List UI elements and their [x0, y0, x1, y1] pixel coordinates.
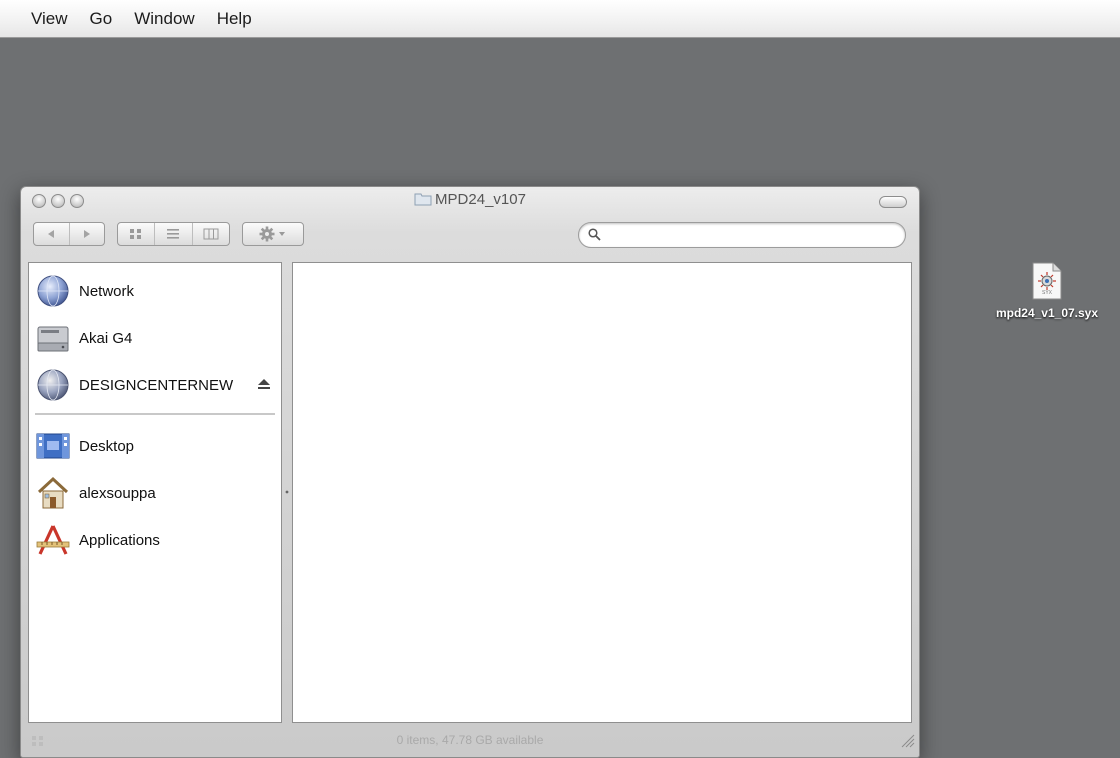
sidebar-splitter[interactable] — [282, 262, 292, 723]
folder-icon — [414, 192, 432, 206]
eject-icon[interactable] — [257, 377, 271, 395]
sidebar-item-label: Akai G4 — [79, 329, 133, 347]
sidebar-item-label: DESIGNCENTERNEW — [79, 376, 234, 394]
network-icon — [36, 274, 70, 308]
applications-icon — [36, 523, 70, 557]
icon-view-icon — [130, 229, 142, 239]
search-icon — [588, 228, 601, 246]
sidebar-item-desktop[interactable]: Desktop — [29, 426, 281, 466]
gear-icon — [259, 226, 285, 242]
syx-file-icon[interactable]: SYX — [1032, 262, 1062, 300]
desktop-file-name[interactable]: mpd24_v1_07.syx — [984, 306, 1110, 320]
menu-go[interactable]: Go — [79, 0, 124, 38]
network-volume-icon — [36, 368, 70, 402]
file-list-pane[interactable] — [292, 262, 912, 723]
sidebar-item-label: Desktop — [79, 437, 135, 455]
sidebar-item-designcenternew[interactable]: DESIGNCENTERNEW — [29, 365, 281, 405]
action-menu-button[interactable] — [242, 222, 304, 246]
toolbar-toggle-button[interactable] — [879, 196, 907, 208]
column-view-icon — [203, 228, 219, 240]
search-input[interactable] — [605, 225, 899, 247]
sidebar-divider — [35, 413, 275, 415]
hard-drive-icon — [36, 321, 70, 355]
nav-buttons — [33, 222, 105, 246]
forward-arrow-icon — [83, 230, 90, 238]
file-badge: SYX — [1041, 290, 1052, 296]
icon-view-button[interactable] — [118, 223, 154, 245]
window-title-text: MPD24_v107 — [435, 191, 526, 208]
desktop-file[interactable]: SYX mpd24_v1_07.syx — [984, 262, 1110, 320]
sidebar: Network Akai G4 DESIGNCENTERNEW Desktop … — [28, 262, 282, 723]
status-bar: 0 items, 47.78 GB available — [21, 725, 919, 757]
back-button[interactable] — [34, 223, 69, 245]
menu-window[interactable]: Window — [123, 0, 205, 38]
back-arrow-icon — [48, 230, 55, 238]
sidebar-item-akai-g4[interactable]: Akai G4 — [29, 318, 281, 358]
search-field[interactable] — [578, 222, 906, 248]
sidebar-item-home[interactable]: alexsouppa — [29, 473, 281, 513]
window-title: MPD24_v107 — [21, 191, 919, 208]
home-icon — [36, 476, 70, 510]
title-bar[interactable]: MPD24_v107 — [21, 187, 919, 215]
status-text: 0 items, 47.78 GB available — [396, 733, 544, 747]
view-buttons — [117, 222, 230, 246]
sidebar-item-label: Applications — [79, 531, 160, 549]
sidebar-item-network[interactable]: Network — [29, 271, 281, 311]
list-view-icon — [167, 229, 180, 239]
action-button-inner — [243, 223, 303, 245]
menu-view[interactable]: View — [0, 0, 79, 38]
sidebar-item-label: Network — [79, 282, 135, 300]
finder-window: MPD24_v107 Network Akai G4 DESIGNCENTERN… — [20, 186, 920, 758]
forward-button[interactable] — [68, 223, 104, 245]
resize-grip-icon[interactable] — [899, 732, 915, 753]
sidebar-item-label: alexsouppa — [79, 484, 156, 502]
menu-bar: View Go Window Help — [0, 0, 1120, 38]
sidebar-item-applications[interactable]: Applications — [29, 520, 281, 560]
column-view-button[interactable] — [191, 223, 229, 245]
desktop-folder-icon — [36, 429, 70, 463]
menu-help[interactable]: Help — [206, 0, 263, 38]
list-view-button[interactable] — [154, 223, 191, 245]
